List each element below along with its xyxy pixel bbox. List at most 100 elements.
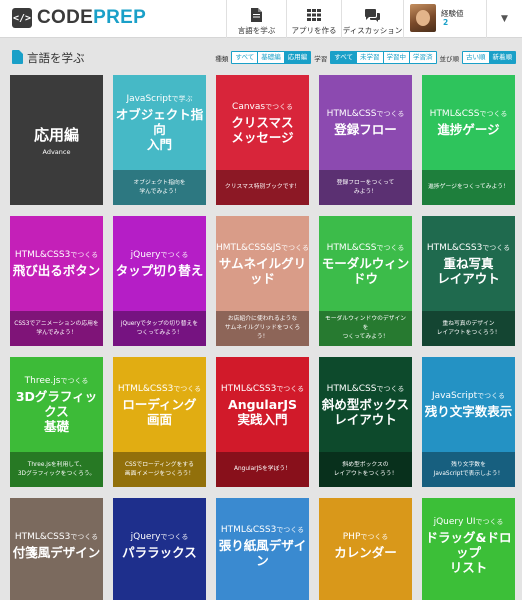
app-header: </> CODEPREP 言語を学ぶ アプリを作る ディスカッション 経験値 2… [0,0,522,38]
book-card[interactable]: Canvasでつくる クリスマス メッセージ クリスマス特別ブックです！ [216,75,309,205]
book-description: 斜め型ボックスの レイアウトをつくろう！ [319,452,412,487]
document-icon [227,6,286,24]
filter-status-all[interactable]: すべて [331,52,356,63]
filter-status-unlearned[interactable]: 未学習 [356,52,383,63]
book-tech: HMTL&CSS&JSでつくる [216,242,309,254]
filter-kind-basic[interactable]: 基礎編 [257,52,284,63]
filter-kind-advanced[interactable]: 応用編 [283,52,311,63]
book-title: AngularJS 実践入門 [228,396,297,427]
book-tech: PHPでつくる [343,531,389,543]
book-description: jQueryでタップの切り替えを つくってみよう！ [113,311,206,346]
book-title: 斜め型ボックス レイアウト [321,396,410,427]
filter-sort-label: 並び順 [439,54,460,63]
document-icon [12,50,23,64]
filter-sort-newest[interactable]: 新着順 [488,52,515,63]
book-cover: HTML&CSS3でつくる ローディング 画面 [113,357,206,452]
book-cover: HTML&CSS3でつくる 張り紙風デザイン [216,498,309,593]
book-tech-name: HTML&CSS [326,109,377,119]
book-card[interactable]: HTML&CSS3でつくる 付箋風デザイン [10,498,103,600]
book-card[interactable]: HTML&CSSでつくる 進捗ゲージ 進捗ゲージをつくってみよう！ [422,75,515,205]
book-tech-suffix: でつくる [160,251,189,259]
book-tech-suffix: で学ぶ [171,95,193,103]
book-tech-suffix: でつくる [281,243,309,252]
filter-kind-all[interactable]: すべて [232,52,257,63]
book-title: 応用編 [33,126,79,144]
book-card[interactable]: HTML&CSSでつくる 斜め型ボックス レイアウト 斜め型ボックスの レイアウトを… [319,357,412,487]
book-description: CSS3でアニメーションの応用を 学んでみよう！ [10,311,103,346]
book-tech-name: JavaScript [126,94,172,104]
book-cover: jQueryでつくるタップ切り替え [113,216,206,311]
book-tech-name: jQuery [130,532,161,542]
book-card[interactable]: HTML&CSSでつくる 登録フロー 登録フローをつくって みよう！ [319,75,412,205]
book-tech-name: Canvas [232,101,266,112]
book-card[interactable]: PHPでつくる カレンダー [319,498,412,600]
nav-learn-languages[interactable]: 言語を学ぶ [226,0,286,38]
book-card[interactable]: HTML&CSS3でつくる 張り紙風デザイン [216,498,309,600]
book-tech-name: HTML&CSS3 [426,242,483,253]
user-dropdown-toggle[interactable]: ▼ [486,0,522,38]
book-tech-name: Three.js [24,376,61,386]
book-tech-suffix: でつくる [477,392,505,400]
book-tech-suffix: でつくる [265,102,293,111]
user-level: 2 [443,18,449,27]
nav-learn-label: 言語を学ぶ [237,26,276,35]
book-tech: HTML&CSSでつくる [327,108,405,120]
book-card[interactable]: HTML&CSS3でつくる 飛び出るボタン CSS3でアニメーションの応用を 学んで… [10,216,103,346]
book-tech-name: HTML&CSS [326,242,377,253]
filter-status-learning[interactable]: 学習中 [382,52,410,63]
book-card[interactable]: HTML&CSS3でつくる AngularJS 実践入門 AngularJSを学ぼう… [216,357,309,487]
filter-sort-oldest[interactable]: 古い順 [463,52,489,63]
book-description: モーダルウィンドウのデザインを つくってみよう！ [319,311,412,346]
book-tech-suffix: でつくる [60,377,89,385]
book-card[interactable]: JavaScriptでつくる 残り文字数表示 残り文字数を JavaScriptで表… [422,357,515,487]
book-tech-name: HTML&CSS3 [220,524,277,535]
book-cover: jQuery UIでつくる ドラッグ&ドロップ リスト [422,498,515,593]
book-description: 登録フローをつくって みよう！ [319,170,412,205]
codeprep-logo[interactable]: </> CODEPREP [12,5,146,31]
book-tech-suffix: でつくる [479,110,508,118]
book-card[interactable]: JavaScriptで学ぶ オブジェクト指向 入門 オブジェクト指向を 学んでみよう… [113,75,206,205]
book-card[interactable]: 応用編 Advance [10,75,103,205]
nav-discussion[interactable]: ディスカッション [341,0,403,38]
book-tech-name: PHP [342,532,361,542]
filter-status-learned[interactable]: 学習済 [409,52,436,63]
nav-build-apps[interactable]: アプリを作る [286,0,341,38]
book-card[interactable]: HTML&CSS3でつくる 重ね写真 レイアウト 重ね写真のデザイン レイアウトをつ… [422,216,515,346]
avatar [410,4,436,32]
book-card[interactable]: jQueryでつくる タップ切り替え jQueryでタップの切り替えを つくってみよ… [113,216,206,346]
book-title: ローディング 画面 [122,396,197,427]
book-card[interactable]: HTML&CSSでつくる モーダルウィンドウ モーダルウィンドウのデザインを つくっ… [319,216,412,346]
book-tech-name: HTML&CSS3 [14,250,71,260]
book-tech: HTML&CSSでつくる [430,108,508,120]
book-cover: PHPでつくる カレンダー [319,498,412,593]
book-tech: HTML&CSS3でつくる [221,524,304,536]
book-cover: HMTL&CSS&JSでつくる サムネイルグリッド [216,216,309,311]
book-title: タップ切り替え [115,263,204,278]
book-tech-suffix: でつくる [376,243,405,252]
book-tech: JavaScriptでつくる [432,390,505,402]
book-card[interactable]: jQuery UIでつくる ドラッグ&ドロップ リスト [422,498,515,600]
book-tech: jQueryでつくる [131,249,189,261]
book-tech: HTML&CSS3でつくる [15,249,98,261]
book-tech: jQueryでつくる [131,531,189,543]
book-description: CSSでローディングをする 画面イメージをつくろう！ [113,452,206,487]
book-cover: 応用編 Advance [10,75,103,205]
chat-icon [342,6,403,24]
book-card[interactable]: HMTL&CSS&JSでつくる サムネイルグリッド お店紹介に使われるような サムネ… [216,216,309,346]
book-title: 登録フロー [334,122,397,137]
book-tech: jQuery UIでつくる [434,516,504,528]
book-card[interactable]: jQueryでつくる パララックス [113,498,206,600]
user-menu[interactable]: 経験値 2 [403,0,486,38]
book-title: オブジェクト指向 入門 [115,107,204,152]
book-cover: HTML&CSS3でつくる 付箋風デザイン [10,498,103,593]
book-cover: HTML&CSS3でつくる 飛び出るボタン [10,216,103,311]
book-tech-suffix: でつくる [376,110,405,118]
book-cover: jQueryでつくる パララックス [113,498,206,593]
book-title: 3Dグラフィックス 基礎 [15,389,98,434]
book-tech: HTML&CSS3でつくる [221,383,304,395]
book-card[interactable]: Three.jsでつくる 3Dグラフィックス 基礎 Three.jsを利用して、 3… [10,357,103,487]
book-tech-name: HTML&CSS3 [14,532,71,542]
book-tech-name: HTML&CSS [429,109,480,119]
book-description: 進捗ゲージをつくってみよう！ [422,170,515,205]
book-card[interactable]: HTML&CSS3でつくる ローディング 画面 CSSでローディングをする 画面イメ… [113,357,206,487]
